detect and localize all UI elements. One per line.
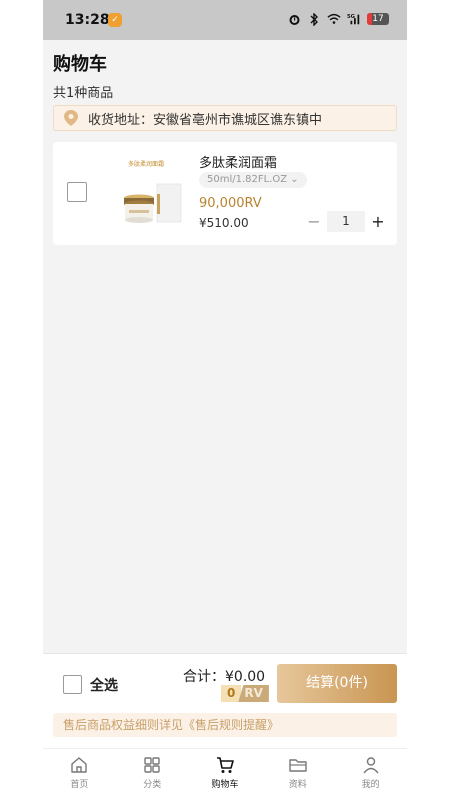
product-thumbnail[interactable]: 多肽柔润面霜 xyxy=(107,154,185,232)
item-checkbox[interactable] xyxy=(67,182,87,202)
chevron-down-icon: ⌄ xyxy=(290,174,299,185)
address-text: 收货地址：安徽省亳州市谯城区谯东镇中 xyxy=(88,112,323,128)
tab-category[interactable]: 分类 xyxy=(116,749,189,800)
user-icon xyxy=(363,757,379,774)
battery-icon: 17 xyxy=(367,13,389,25)
alarm-icon xyxy=(287,12,301,26)
quantity-value[interactable]: 1 xyxy=(327,211,365,232)
rv-total-value: 0 xyxy=(221,685,242,702)
checkout-button[interactable]: 结算(0件) xyxy=(277,664,397,703)
price-rv: 90,000RV xyxy=(199,196,262,211)
page-title: 购物车 xyxy=(53,54,107,75)
cellular-signal-icon: 5G xyxy=(347,12,361,26)
product-name[interactable]: 多肽柔润面霜 xyxy=(199,152,277,171)
decrement-button[interactable]: − xyxy=(305,212,323,231)
rv-total-badge: 0 RV xyxy=(221,685,269,702)
tab-label: 购物车 xyxy=(211,780,239,790)
cart-icon xyxy=(216,757,234,773)
phone-screen: 13:28 ✓ 5G 17 购物车 共1种商品 收货地址：安徽省亳州市谯城区谯东… xyxy=(43,0,407,800)
total-amount: 合计：¥0.00 xyxy=(183,669,266,685)
bluetooth-icon xyxy=(307,12,321,26)
price-cny: ¥510.00 xyxy=(199,216,249,230)
svg-text:多肽柔润面霜: 多肽柔润面霜 xyxy=(128,160,164,168)
item-count: 共1种商品 xyxy=(53,86,114,101)
select-all-label[interactable]: 全选 xyxy=(90,675,118,695)
increment-button[interactable]: + xyxy=(369,212,387,231)
tab-home[interactable]: 首页 xyxy=(43,749,116,800)
after-sales-notice[interactable]: 售后商品权益细则详见《售后规则提醒》 xyxy=(53,713,397,737)
tab-label: 分类 xyxy=(143,780,162,790)
tab-label: 资料 xyxy=(288,780,307,790)
svg-text:5G: 5G xyxy=(347,14,355,20)
tab-mine[interactable]: 我的 xyxy=(334,749,407,800)
select-all-checkbox[interactable] xyxy=(63,675,82,694)
tab-label: 我的 xyxy=(361,780,380,790)
rv-unit-label: RV xyxy=(238,685,269,702)
grid-icon xyxy=(144,757,160,773)
variant-label: 50ml/1.82FL.OZ xyxy=(207,174,288,185)
app-notification-icon: ✓ xyxy=(108,13,122,27)
bottom-tab-bar: 首页 分类 购物车 资料 我的 xyxy=(43,748,407,800)
tab-label: 首页 xyxy=(70,780,89,790)
location-pin-icon xyxy=(64,110,78,126)
tab-cart[interactable]: 购物车 xyxy=(189,749,262,800)
status-time: 13:28 xyxy=(65,12,110,28)
quantity-stepper: − 1 + xyxy=(305,211,387,232)
wifi-icon xyxy=(327,12,341,26)
folder-icon xyxy=(289,759,307,772)
shipping-address[interactable]: 收货地址：安徽省亳州市谯城区谯东镇中 xyxy=(53,105,397,131)
status-bar: 13:28 ✓ 5G 17 xyxy=(43,0,407,40)
cart-item-card: 多肽柔润面霜 多肽柔润面霜 50ml/1.82FL.OZ ⌄ 90,000RV … xyxy=(53,142,397,245)
status-icons: 5G 17 xyxy=(287,12,389,26)
tab-profile-docs[interactable]: 资料 xyxy=(261,749,334,800)
variant-selector[interactable]: 50ml/1.82FL.OZ ⌄ xyxy=(199,172,307,188)
checkout-bar: 全选 合计：¥0.00 0 RV 结算(0件) 售后商品权益细则详见《售后规则提… xyxy=(43,653,407,748)
home-icon xyxy=(71,757,88,773)
